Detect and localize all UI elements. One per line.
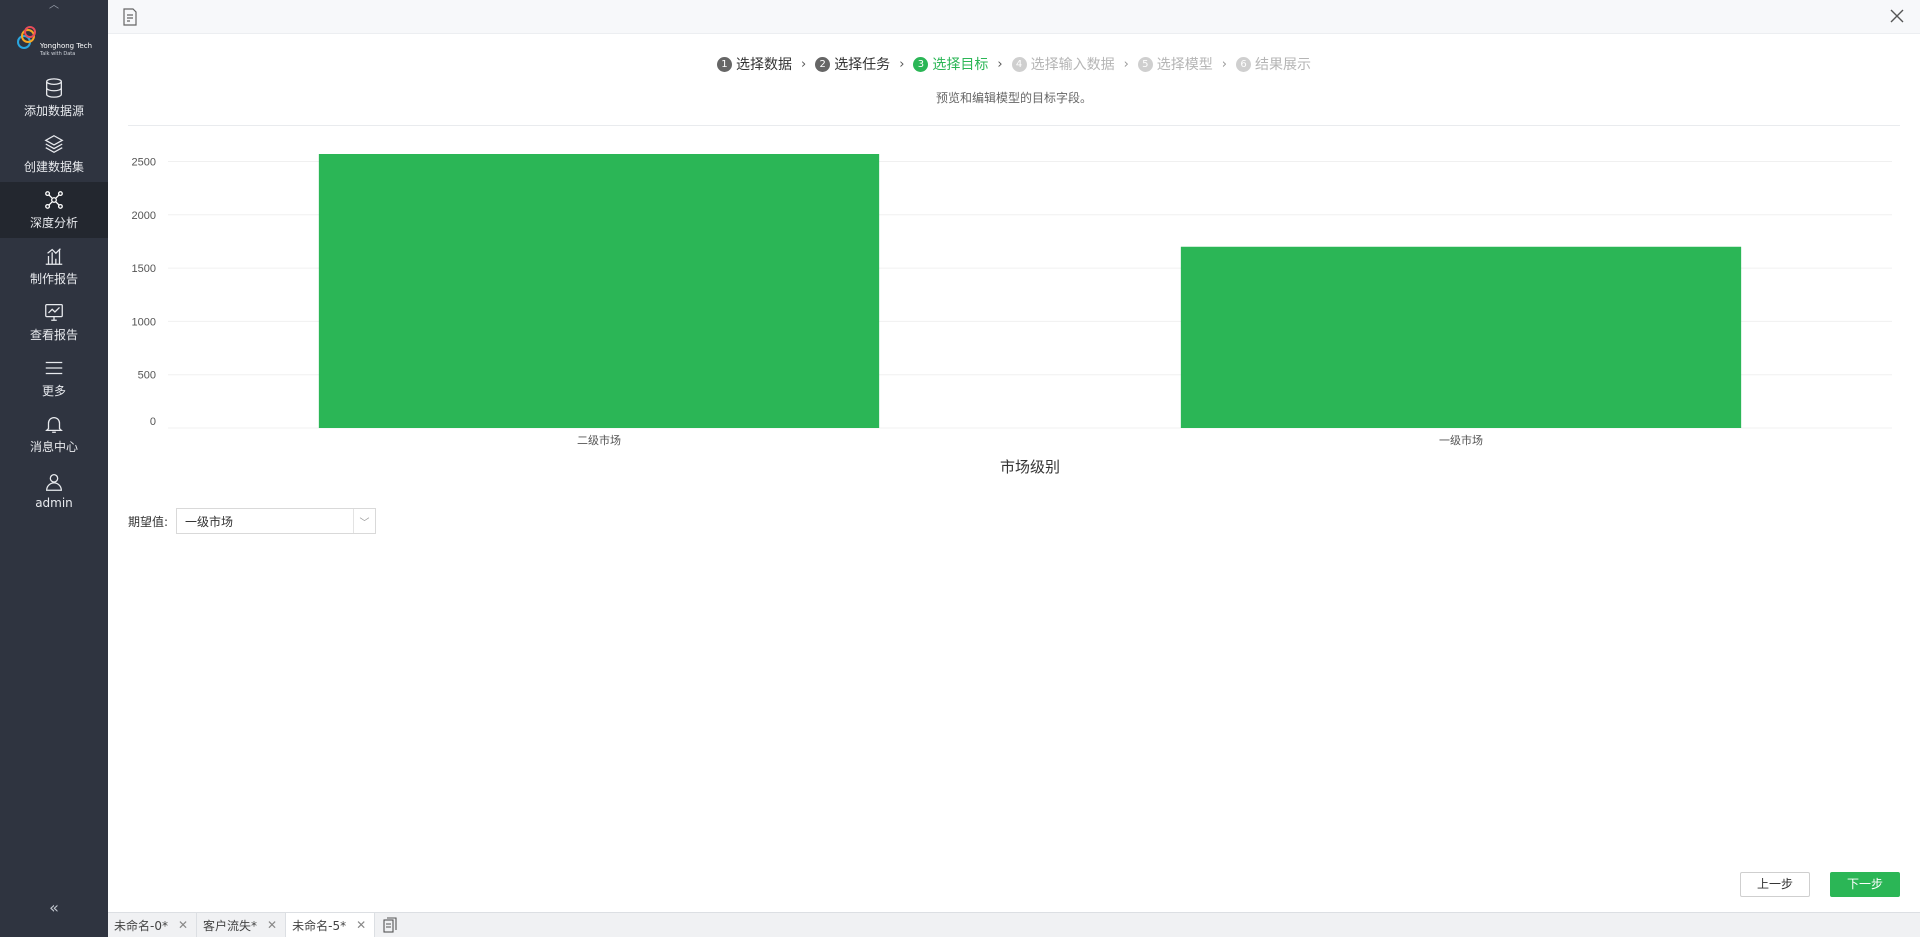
logo-tagline: Talk with Data bbox=[40, 51, 76, 57]
sidebar: ︿ Yonghong Tech Talk with Data 添加数据源 创建数… bbox=[0, 0, 108, 937]
wizard-steps: 1 选择数据 › 2 选择任务 › 3 选择目标 › 4 选择输入数据 › 5 选择模型 › 6 结果展示 bbox=[108, 52, 1920, 76]
x-tick-label: 二级市场 bbox=[577, 433, 621, 447]
tab-list-icon[interactable] bbox=[379, 913, 401, 937]
sidebar-item-label: 深度分析 bbox=[29, 216, 78, 230]
step-label: 选择模型 bbox=[1156, 57, 1213, 73]
collapse-sidebar-icon[interactable]: « bbox=[0, 896, 108, 920]
step-label: 选择任务 bbox=[834, 57, 891, 73]
bar[interactable] bbox=[1180, 246, 1742, 428]
close-tab-icon[interactable]: ✕ bbox=[267, 918, 277, 932]
expected-value-label: 期望值: bbox=[128, 514, 169, 529]
sidebar-item-messages[interactable]: 消息中心 bbox=[0, 406, 108, 462]
step-description: 预览和编辑模型的目标字段。 bbox=[935, 91, 1092, 105]
step-number: 6 bbox=[1236, 56, 1251, 72]
main-panel: 1 选择数据 › 2 选择任务 › 3 选择目标 › 4 选择输入数据 › 5 选择模型 › 6 结果展示 预览… bbox=[108, 0, 1920, 912]
sidebar-item-label: 制作报告 bbox=[29, 272, 78, 286]
sidebar-item-create-dataset[interactable]: 创建数据集 bbox=[0, 126, 108, 182]
step-label: 选择输入数据 bbox=[1030, 57, 1115, 73]
bar[interactable] bbox=[318, 154, 880, 428]
doc-tab[interactable]: 客户流失* ✕ bbox=[197, 913, 287, 937]
sidebar-item-label: 更多 bbox=[41, 384, 66, 398]
analysis-network-icon bbox=[45, 191, 63, 209]
wizard-step[interactable]: 2 选择任务 bbox=[815, 54, 890, 74]
sidebar-item-label: admin bbox=[35, 495, 73, 510]
bar-chart-icon bbox=[45, 248, 63, 265]
new-document-icon[interactable] bbox=[122, 8, 138, 26]
y-tick-label: 1500 bbox=[132, 263, 156, 275]
close-icon[interactable] bbox=[1888, 7, 1906, 25]
step-number: 4 bbox=[1011, 56, 1027, 72]
step-label: 结果展示 bbox=[1255, 57, 1311, 73]
close-tab-icon[interactable]: ✕ bbox=[178, 918, 188, 932]
logo-name: Yonghong Tech bbox=[40, 42, 93, 50]
divider bbox=[128, 125, 1900, 126]
sidebar-item-label: 查看报告 bbox=[29, 328, 78, 342]
chevron-right-icon: › bbox=[899, 56, 905, 72]
x-axis-title: 市场级别 bbox=[1000, 459, 1060, 476]
top-toolbar bbox=[108, 0, 1920, 34]
sidebar-item-label: 消息中心 bbox=[29, 440, 78, 454]
chevron-right-icon: › bbox=[1123, 56, 1129, 72]
sidebar-item-label: 添加数据源 bbox=[23, 104, 84, 118]
step-label: 选择数据 bbox=[735, 57, 792, 73]
chart-svg: 0 500 1000 1500 2000 2500 二级市场 一级市场市场级别 bbox=[132, 154, 1892, 476]
document-tab-bar: 未命名-0* ✕ 客户流失* ✕ 未命名-5* ✕ bbox=[108, 912, 1920, 937]
y-tick-label: 2500 bbox=[132, 156, 156, 168]
expected-value-select[interactable]: 一级市场 ﹀ bbox=[176, 508, 377, 534]
step-number: 3 bbox=[913, 56, 929, 72]
doc-tab[interactable]: 未命名-5* ✕ bbox=[286, 913, 376, 937]
layers-icon bbox=[44, 135, 64, 153]
scroll-up-icon[interactable]: ︿ bbox=[0, 0, 108, 12]
y-tick-label: 1000 bbox=[132, 316, 156, 328]
bell-icon bbox=[45, 417, 63, 433]
x-tick-label: 一级市场 bbox=[1439, 433, 1483, 447]
expected-value-row: 期望值: 一级市场 ﹀ bbox=[128, 508, 377, 534]
close-tab-icon[interactable]: ✕ bbox=[356, 918, 366, 932]
logo[interactable]: Yonghong Tech Talk with Data bbox=[16, 24, 96, 62]
user-icon bbox=[46, 473, 62, 491]
menu-icon bbox=[45, 361, 63, 375]
target-bar-chart: 0 500 1000 1500 2000 2500 二级市场 一级市场市场级别 bbox=[128, 140, 1900, 490]
doc-tab-label: 未命名-0* bbox=[114, 918, 168, 933]
sidebar-item-admin[interactable]: admin bbox=[0, 462, 108, 518]
wizard-step[interactable]: 4 选择输入数据 bbox=[1011, 54, 1115, 74]
wizard-step[interactable]: 3 选择目标 bbox=[913, 54, 988, 74]
y-tick-label: 2000 bbox=[132, 210, 156, 222]
chevron-right-icon: › bbox=[800, 56, 807, 72]
y-tick-label: 0 bbox=[150, 416, 156, 428]
prev-step-button[interactable]: 上一步 bbox=[1740, 872, 1810, 897]
step-number: 5 bbox=[1137, 56, 1153, 72]
expected-value-selected: 一级市场 bbox=[185, 514, 234, 529]
sidebar-item-view-report[interactable]: 查看报告 bbox=[0, 294, 108, 350]
y-tick-label: 500 bbox=[138, 370, 156, 382]
wizard-step[interactable]: 1 选择数据 bbox=[716, 54, 792, 74]
wizard-step[interactable]: 5 选择模型 bbox=[1137, 54, 1213, 74]
doc-tab-label: 未命名-5* bbox=[292, 918, 347, 933]
step-number: 2 bbox=[815, 56, 831, 72]
sidebar-item-deep-analysis[interactable]: 深度分析 bbox=[0, 182, 108, 238]
sidebar-item-label: 创建数据集 bbox=[23, 160, 84, 174]
sidebar-item-more[interactable]: 更多 bbox=[0, 350, 108, 406]
sidebar-item-add-datasource[interactable]: 添加数据源 bbox=[0, 70, 108, 126]
wizard-step[interactable]: 6 结果展示 bbox=[1236, 54, 1311, 74]
next-step-button[interactable]: 下一步 bbox=[1830, 872, 1900, 897]
database-icon bbox=[46, 78, 62, 98]
logo-rings-icon bbox=[17, 26, 36, 49]
sidebar-item-make-report[interactable]: 制作报告 bbox=[0, 238, 108, 294]
step-label: 选择目标 bbox=[932, 57, 989, 73]
chevron-right-icon: › bbox=[1221, 56, 1227, 72]
chevron-down-icon[interactable]: ﹀ bbox=[353, 509, 375, 533]
monitor-chart-icon bbox=[45, 304, 63, 321]
step-number: 1 bbox=[716, 56, 732, 72]
doc-tab-label: 客户流失* bbox=[203, 918, 258, 933]
doc-tab[interactable]: 未命名-0* ✕ bbox=[108, 913, 198, 937]
chevron-right-icon: › bbox=[997, 56, 1003, 72]
